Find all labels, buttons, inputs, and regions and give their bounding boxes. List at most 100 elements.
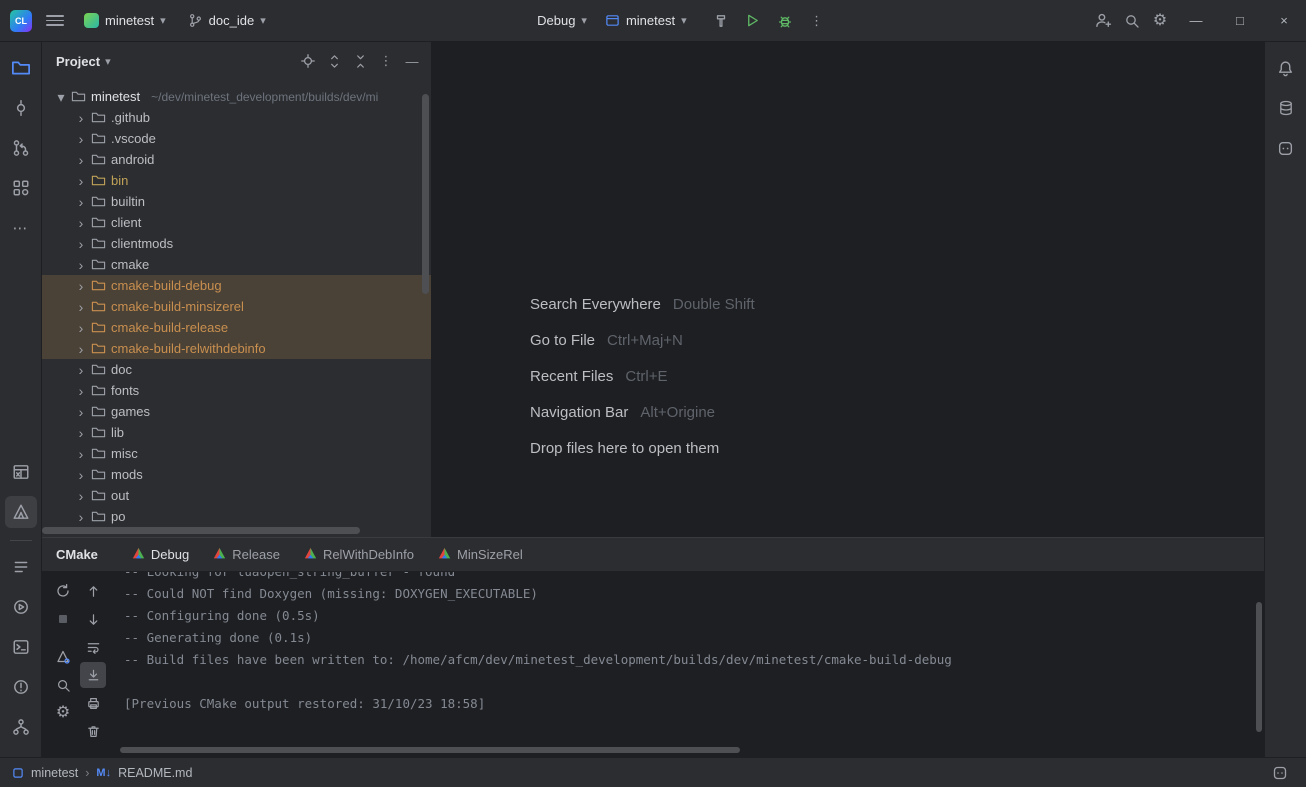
toolwindow-database-button[interactable] [1270,92,1302,124]
toolwindow-cmake-button[interactable] [5,496,37,528]
tree-item-root[interactable]: ▾minetest~/dev/minetest_development/buil… [42,86,431,107]
collapse-all-button[interactable] [347,48,373,74]
scroll-to-end-button[interactable] [80,662,106,688]
chevron-right-icon[interactable]: › [76,258,86,272]
tree-item[interactable]: ›lib [42,422,431,443]
breadcrumb-file[interactable]: README.md [118,766,192,780]
window-minimize-button[interactable]: — [1174,0,1218,42]
run-button[interactable] [739,7,767,35]
toolwindow-terminal-button[interactable] [5,631,37,663]
tree-item[interactable]: ›cmake-build-release [42,317,431,338]
chevron-right-icon[interactable]: › [76,510,86,524]
prev-message-button[interactable] [80,578,106,604]
statusbar-ai-button[interactable] [1266,759,1294,787]
chevron-right-icon[interactable]: › [76,195,86,209]
tree-item[interactable]: ›bin [42,170,431,191]
build-type-selector[interactable]: Debug ▾ [531,9,593,32]
stop-button[interactable] [50,606,76,632]
tree-item[interactable]: ›fonts [42,380,431,401]
panel-options-button[interactable]: ⋮ [373,48,399,74]
clion-logo-icon[interactable]: CL [10,10,32,32]
main-menu-hamburger-icon[interactable] [42,8,68,34]
toolwindow-project-button[interactable] [5,52,37,84]
toolwindow-commit-button[interactable] [5,92,37,124]
print-button[interactable] [80,690,106,716]
next-message-button[interactable] [80,606,106,632]
chevron-down-icon[interactable]: ▾ [56,90,66,104]
tree-item[interactable]: ›out [42,485,431,506]
console-vertical-scrollbar[interactable] [1256,602,1262,732]
chevron-right-icon[interactable]: › [76,363,86,377]
chevron-right-icon[interactable]: › [76,405,86,419]
clear-output-button[interactable] [80,718,106,744]
debug-button[interactable] [771,7,799,35]
cmake-tab-release[interactable]: Release [201,538,292,571]
more-actions-button[interactable]: ⋮ [803,7,831,35]
reload-cmake-button[interactable] [50,578,76,604]
chevron-right-icon[interactable]: › [76,237,86,251]
chevron-right-icon[interactable]: › [76,132,86,146]
chevron-right-icon[interactable]: › [76,321,86,335]
chevron-right-icon[interactable]: › [76,489,86,503]
vcs-branch-widget[interactable]: doc_ide ▾ [182,9,272,32]
search-everywhere-button[interactable] [1118,7,1146,35]
more-toolwindows-button[interactable]: ⋯ [5,212,37,244]
chevron-right-icon[interactable]: › [76,342,86,356]
tree-item[interactable]: ›cmake-build-debug [42,275,431,296]
tree-item[interactable]: ›client [42,212,431,233]
tree-item[interactable]: ›.vscode [42,128,431,149]
toolwindow-services-button[interactable] [5,591,37,623]
tree-item[interactable]: ›cmake-build-relwithdebinfo [42,338,431,359]
toolwindow-structure-button[interactable] [5,172,37,204]
chevron-right-icon[interactable]: › [76,300,86,314]
chevron-right-icon[interactable]: › [76,153,86,167]
toolwindow-problems-button[interactable] [5,671,37,703]
code-with-me-button[interactable] [1090,7,1118,35]
tree-item[interactable]: ›games [42,401,431,422]
tree-item[interactable]: ›builtin [42,191,431,212]
chevron-right-icon[interactable]: › [76,111,86,125]
console-settings-button[interactable]: ⚙ [50,700,76,726]
soft-wrap-button[interactable] [80,634,106,660]
locate-file-button[interactable] [295,48,321,74]
project-horizontal-scrollbar[interactable] [42,527,360,534]
chevron-right-icon[interactable]: › [76,384,86,398]
toolwindow-pull-requests-button[interactable] [5,132,37,164]
tree-item[interactable]: ›po [42,506,431,527]
tree-item[interactable]: ›cmake-build-minsizerel [42,296,431,317]
window-maximize-button[interactable]: □ [1218,0,1262,42]
hide-panel-button[interactable]: — [399,48,425,74]
build-button[interactable] [707,7,735,35]
window-close-button[interactable]: × [1262,0,1306,42]
chevron-right-icon[interactable]: › [76,468,86,482]
expand-all-button[interactable] [321,48,347,74]
chevron-right-icon[interactable]: › [76,426,86,440]
run-configuration-selector[interactable]: minetest ▾ [599,9,693,32]
cmake-tab-minsizerel[interactable]: MinSizeRel [426,538,535,571]
console-horizontal-scrollbar[interactable] [120,747,740,753]
tree-item[interactable]: ›mods [42,464,431,485]
project-vertical-scrollbar[interactable] [422,94,429,294]
chevron-right-icon[interactable]: › [76,279,86,293]
find-in-output-button[interactable] [50,672,76,698]
toolwindow-git-button[interactable] [5,711,37,743]
breadcrumb-project[interactable]: minetest [31,766,78,780]
cmake-console-output[interactable]: -- Looking for luaopen_string_buffer - f… [110,572,1264,757]
chevron-right-icon[interactable]: › [76,216,86,230]
toolwindow-todo-button[interactable] [5,551,37,583]
tree-item[interactable]: ›.github [42,107,431,128]
tree-item[interactable]: ›cmake [42,254,431,275]
toolwindow-ai-assistant-button[interactable] [1270,132,1302,164]
settings-button[interactable]: ⚙ [1146,7,1174,35]
notifications-button[interactable] [1270,52,1302,84]
project-widget[interactable]: minetest ▾ [78,9,172,32]
chevron-right-icon[interactable]: › [76,447,86,461]
tree-item[interactable]: ›clientmods [42,233,431,254]
project-panel-title[interactable]: Project ▾ [56,54,111,69]
cmake-tab-relwithdebinfo[interactable]: RelWithDebInfo [292,538,426,571]
cmake-settings-button[interactable] [50,644,76,670]
tree-item[interactable]: ›doc [42,359,431,380]
tree-item[interactable]: ›android [42,149,431,170]
cmake-tab-debug[interactable]: Debug [120,538,201,571]
tree-item[interactable]: ›misc [42,443,431,464]
